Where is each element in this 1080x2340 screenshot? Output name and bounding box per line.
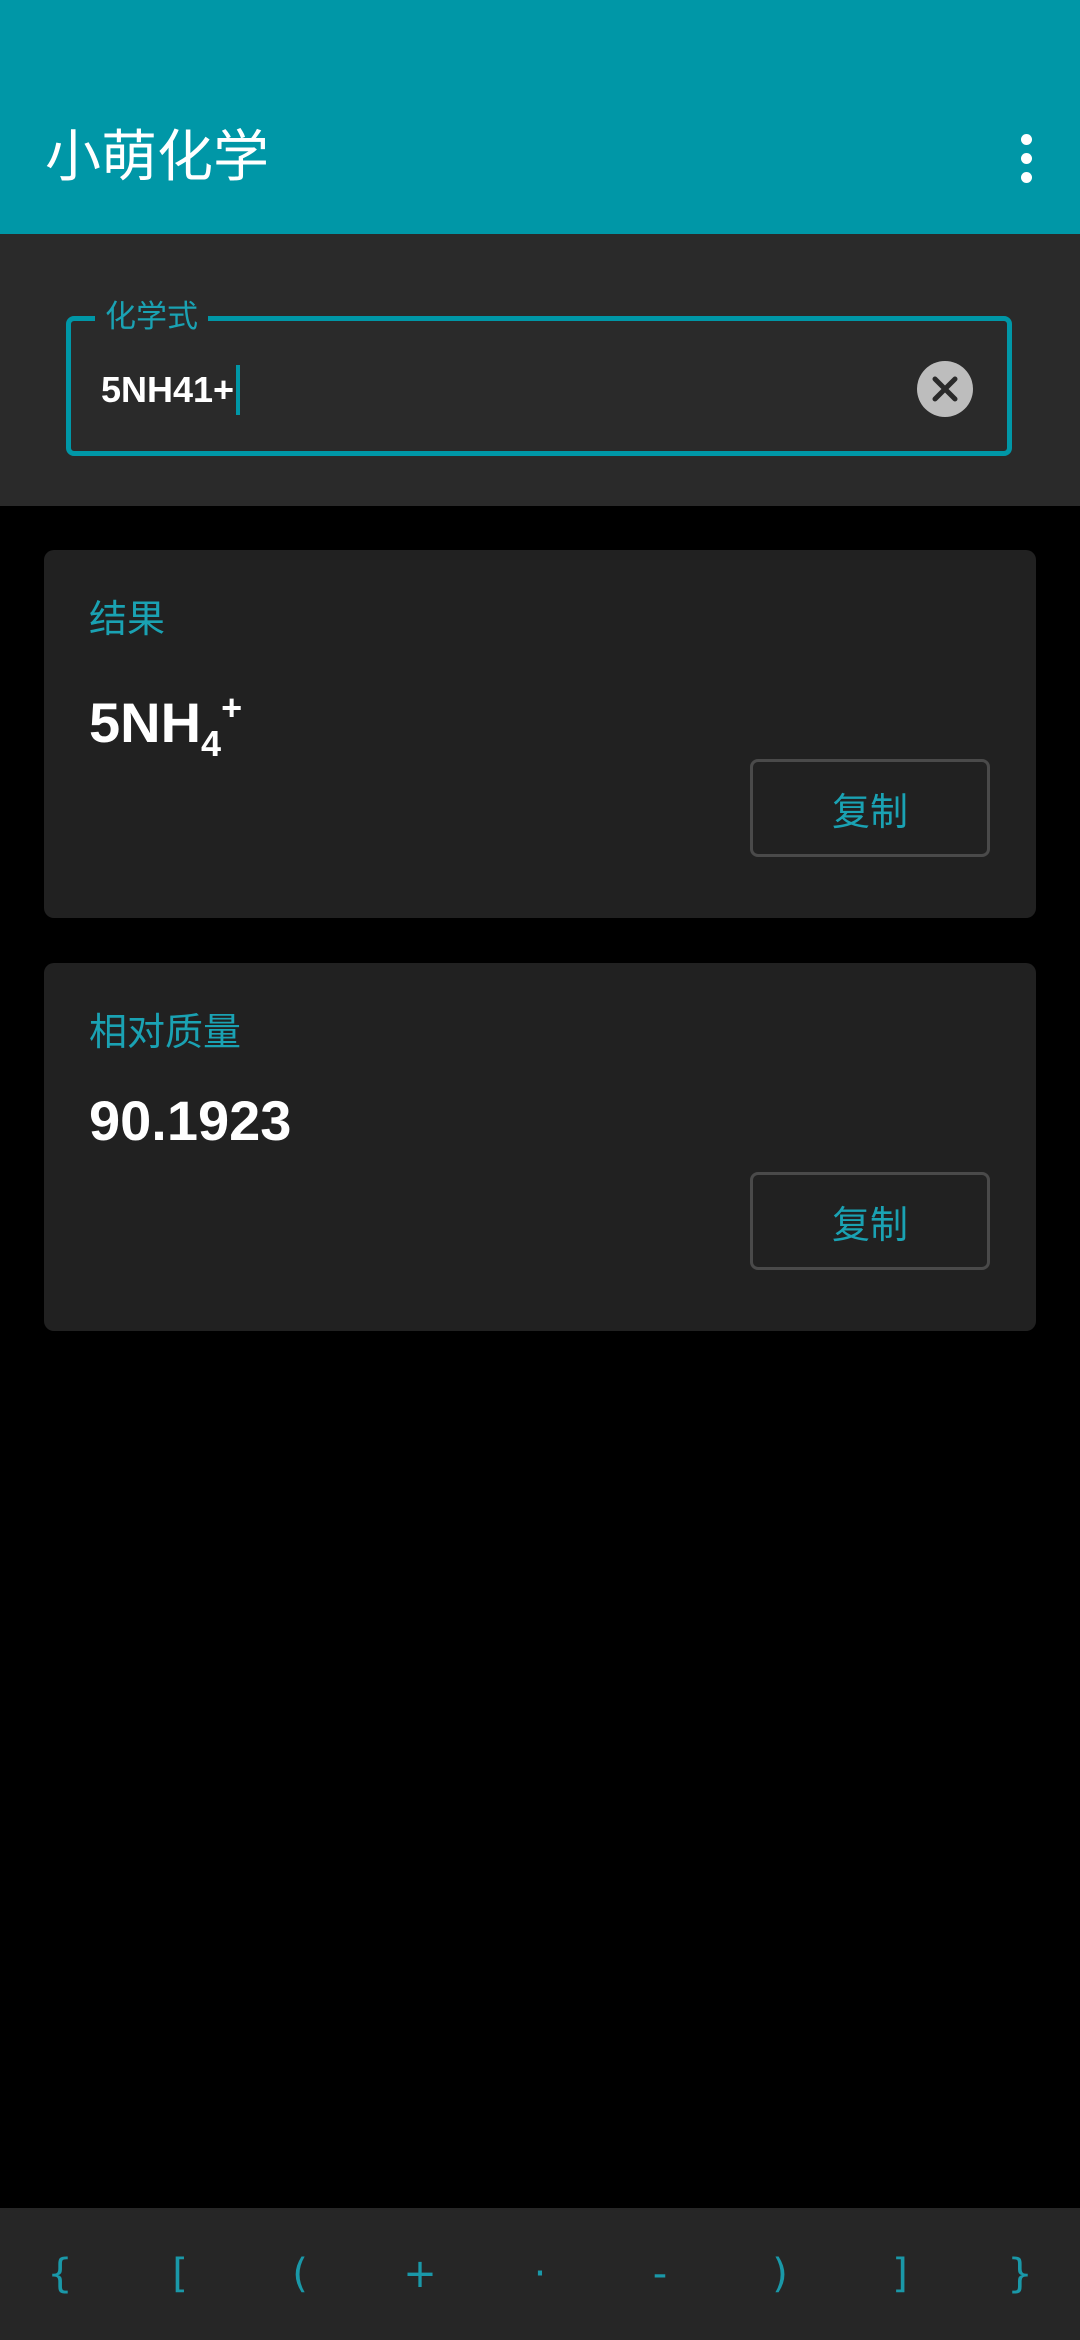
more-vert-icon (1020, 130, 1032, 187)
symbol-key-left-brace[interactable]: { (10, 2224, 110, 2324)
result-card: 结果 5NH4+ 复制 (44, 550, 1036, 918)
app-title: 小萌化学 (45, 125, 269, 190)
symbol-key-right-bracket[interactable]: ] (850, 2224, 950, 2324)
symbol-bar: { [ ( + · - ) ] } (0, 2208, 1080, 2340)
app-bar: 小萌化学 (0, 0, 1080, 234)
symbol-key-minus[interactable]: - (610, 2224, 710, 2324)
result-value: 5NH4+ (89, 672, 242, 780)
result-label: 结果 (89, 597, 166, 641)
symbol-key-dot[interactable]: · (490, 2224, 590, 2324)
symbol-key-left-bracket[interactable]: [ (130, 2224, 230, 2324)
formula-input-field[interactable]: 化学式 5NH41+ (66, 295, 1012, 456)
result-formula-main: 5NH (89, 691, 202, 754)
relative-mass-value: 90.1923 (89, 1089, 292, 1152)
symbol-key-right-brace[interactable]: } (970, 2224, 1070, 2324)
copy-result-button[interactable]: 复制 (750, 759, 990, 857)
formula-input[interactable]: 5NH41+ (101, 365, 241, 415)
clear-button[interactable] (917, 361, 973, 417)
relative-mass-label: 相对质量 (89, 1010, 242, 1054)
symbol-key-plus[interactable]: + (370, 2224, 470, 2324)
text-caret (236, 365, 241, 415)
screen: 小萌化学 化学式 5NH41+ 结果 5NH4+ 复制 相对质量 90.1923… (0, 0, 1080, 2340)
copy-mass-button[interactable]: 复制 (750, 1172, 990, 1270)
more-options-button[interactable] (990, 114, 1062, 202)
symbol-key-left-paren[interactable]: ( (250, 2224, 350, 2324)
formula-input-value: 5NH41+ (101, 369, 235, 410)
input-section: 化学式 5NH41+ (0, 234, 1080, 506)
result-formula-subscript: 4 (201, 723, 222, 764)
relative-mass-card: 相对质量 90.1923 复制 (44, 963, 1036, 1331)
close-icon (932, 376, 958, 402)
formula-input-label: 化学式 (95, 295, 208, 339)
symbol-key-right-paren[interactable]: ) (730, 2224, 830, 2324)
result-formula-superscript: + (221, 687, 243, 728)
